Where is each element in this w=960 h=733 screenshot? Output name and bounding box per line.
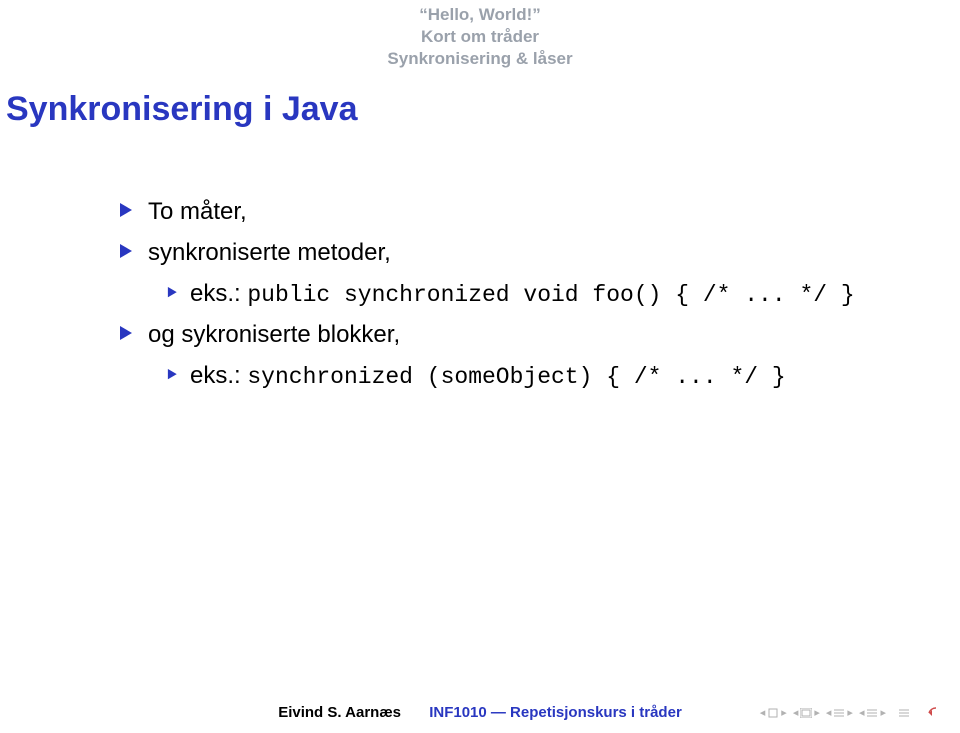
header-line-2: Kort om tråder xyxy=(0,26,960,48)
back-forward-icon[interactable] xyxy=(926,707,938,719)
caret-right-icon: ▸ xyxy=(781,708,787,719)
slide-title: Synkronisering i Java xyxy=(6,90,358,129)
section-icon xyxy=(833,707,845,719)
footer-course: INF1010 — Repetisjonskurs i tråder xyxy=(429,704,682,721)
nav-frame[interactable]: ◂ ▸ xyxy=(760,707,787,719)
bullet-3a: eks.: synchronized (someObject) { /* ...… xyxy=(166,359,900,394)
doc-icon xyxy=(866,707,878,719)
bullet-2: synkroniserte metoder, xyxy=(120,236,900,271)
nav-doc[interactable]: ◂ ▸ xyxy=(859,707,886,719)
header-line-1: “Hello, World!” xyxy=(0,4,960,26)
bullet-3a-prefix: eks.: xyxy=(190,362,247,389)
slide-header: “Hello, World!” Kort om tråder Synkronis… xyxy=(0,4,960,70)
caret-left-icon: ◂ xyxy=(760,708,766,719)
bullet-2a-code: public synchronized void foo() { /* ... … xyxy=(247,282,854,308)
caret-left-icon: ◂ xyxy=(826,708,832,719)
caret-right-icon: ▸ xyxy=(880,708,886,719)
frame-icon xyxy=(767,707,779,719)
subsection-icon xyxy=(800,707,812,719)
slide-content: To måter, synkroniserte metoder, eks.: p… xyxy=(120,195,900,400)
bullet-3-text: og sykroniserte blokker, xyxy=(148,321,400,348)
bullet-2a-prefix: eks.: xyxy=(190,280,247,307)
caret-left-icon: ◂ xyxy=(859,708,865,719)
triangle-icon xyxy=(168,279,179,305)
triangle-icon xyxy=(168,361,179,387)
footer-author: Eivind S. Aarnæs xyxy=(278,704,401,721)
appendix-icon[interactable] xyxy=(898,707,910,719)
bullet-1-text: To måter, xyxy=(148,198,247,225)
bullet-2-text: synkroniserte metoder, xyxy=(148,239,391,266)
bullet-3: og sykroniserte blokker, xyxy=(120,318,900,353)
nav-section[interactable]: ◂ ▸ xyxy=(826,707,853,719)
bullet-1: To måter, xyxy=(120,195,900,230)
caret-right-icon: ▸ xyxy=(814,708,820,719)
nav-subsection[interactable]: ◂ ▸ xyxy=(793,707,820,719)
caret-left-icon: ◂ xyxy=(793,708,799,719)
bullet-2a: eks.: public synchronized void foo() { /… xyxy=(166,277,900,312)
bullet-3a-code: synchronized (someObject) { /* ... */ } xyxy=(247,364,785,390)
triangle-icon xyxy=(120,316,134,351)
caret-right-icon: ▸ xyxy=(847,708,853,719)
header-line-3: Synkronisering & låser xyxy=(0,48,960,70)
triangle-icon xyxy=(120,193,134,228)
triangle-icon xyxy=(120,234,134,269)
beamer-navbar: ◂ ▸ ◂ ▸ ◂ ▸ ◂ xyxy=(760,707,938,719)
